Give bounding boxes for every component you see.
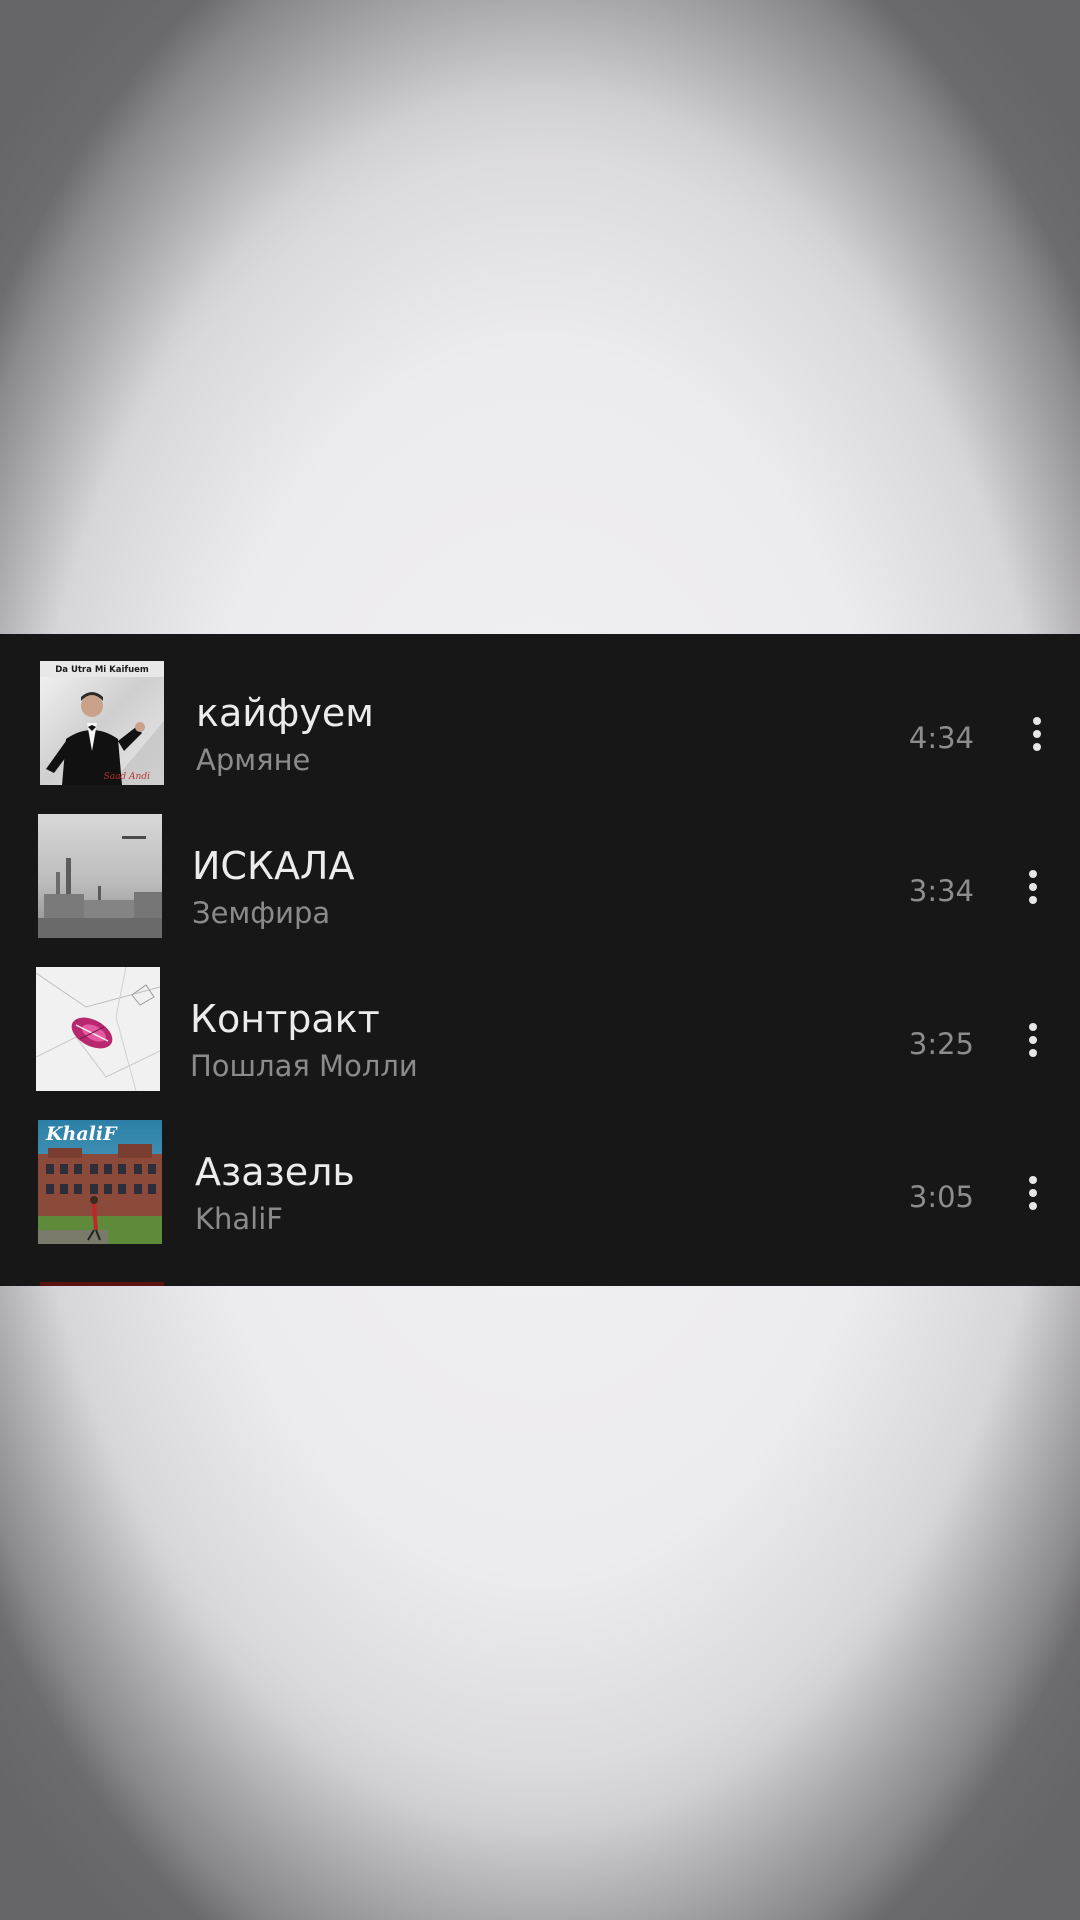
track-duration: 4:34: [908, 721, 974, 755]
track-duration: 3:25: [908, 1027, 974, 1061]
more-vertical-icon[interactable]: [1012, 709, 1062, 759]
track-artist: Земфира: [192, 896, 331, 930]
more-vertical-icon[interactable]: [1008, 1015, 1058, 1065]
track-duration: 3:34: [908, 874, 974, 908]
svg-text:Da Utra Mi Kaifuem: Da Utra Mi Kaifuem: [55, 665, 149, 675]
track-row[interactable]: KhaliF Азазель KhaliF 3:05: [0, 1110, 1080, 1260]
track-list: Da Utra Mi Kaifuem Saad Andi кайфуем Арм…: [0, 634, 1080, 1286]
track-title: Азазель: [195, 1150, 355, 1194]
track-row[interactable]: Контракт Пошлая Молли 3:25: [0, 957, 1080, 1107]
more-vertical-icon[interactable]: [1008, 1168, 1058, 1218]
track-title: кайфуем: [196, 691, 374, 735]
next-album-cover-edge: [40, 1282, 164, 1286]
track-title: Контракт: [190, 997, 380, 1041]
album-cover: KhaliF: [38, 1120, 162, 1244]
more-vertical-icon[interactable]: [1008, 862, 1058, 912]
svg-text:Saad Andi: Saad Andi: [104, 772, 151, 782]
track-artist: Пошлая Молли: [190, 1049, 418, 1083]
svg-text:KhaliF: KhaliF: [45, 1123, 118, 1145]
track-row[interactable]: ИСКАЛА Земфира 3:34: [0, 804, 1080, 954]
track-artist: Армяне: [196, 743, 311, 777]
track-artist: KhaliF: [195, 1202, 283, 1236]
album-cover: [36, 967, 160, 1091]
track-duration: 3:05: [908, 1180, 974, 1214]
album-cover: Da Utra Mi Kaifuem Saad Andi: [40, 661, 164, 785]
track-row[interactable]: Da Utra Mi Kaifuem Saad Andi кайфуем Арм…: [0, 651, 1080, 801]
track-title: ИСКАЛА: [192, 844, 355, 888]
album-cover: [38, 814, 162, 938]
